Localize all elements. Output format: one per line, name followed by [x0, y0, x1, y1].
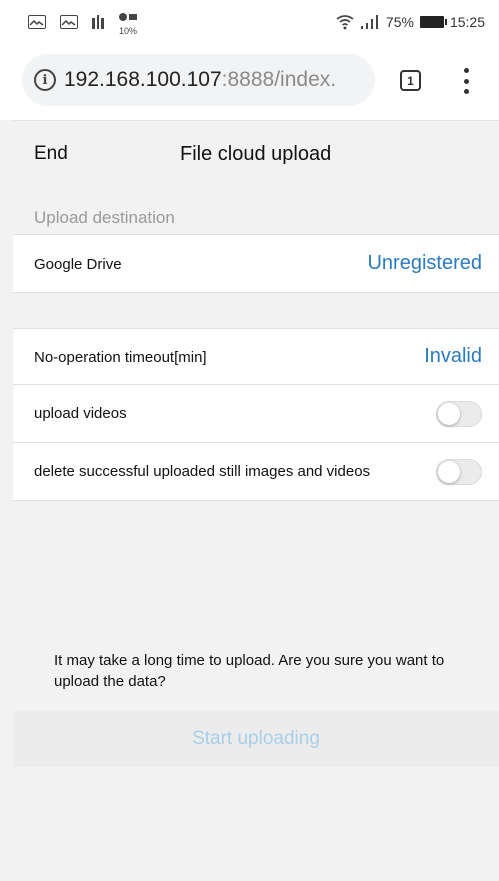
- toggle-knob: [438, 461, 460, 483]
- system-status: 75% 15:25: [336, 14, 485, 30]
- data-saver-icon: 10%: [118, 9, 138, 36]
- timeout-label: No-operation timeout[min]: [34, 349, 207, 366]
- toggle-knob: [438, 403, 460, 425]
- wifi-icon: [336, 15, 354, 30]
- url-host: 192.168.100.107: [64, 68, 222, 91]
- image-icon: [60, 15, 78, 29]
- address-bar[interactable]: i 192.168.100.107:8888/index.: [22, 54, 375, 106]
- clock: 15:25: [449, 14, 485, 30]
- status-bar: 10% 75% 15:25: [0, 0, 499, 44]
- upload-videos-label: upload videos: [34, 405, 127, 422]
- page-title: File cloud upload: [180, 143, 332, 165]
- tab-switcher-button[interactable]: 1: [400, 70, 421, 91]
- delete-uploaded-label: delete successful uploaded still images …: [34, 463, 371, 480]
- overflow-menu-icon[interactable]: [458, 66, 474, 96]
- signal-icon: [360, 15, 378, 29]
- delete-uploaded-row: delete successful uploaded still images …: [13, 443, 499, 501]
- upload-videos-row: upload videos: [13, 385, 499, 443]
- google-drive-row[interactable]: Google Drive Unregistered: [13, 234, 499, 293]
- section-label-upload-destination: Upload destination: [34, 208, 175, 227]
- battery-percent: 75%: [385, 14, 414, 30]
- app-content: End File cloud upload Upload destination…: [13, 120, 499, 881]
- confirm-message: It may take a long time to upload. Are y…: [54, 652, 445, 690]
- google-drive-status[interactable]: Unregistered: [367, 252, 482, 275]
- url-path: :8888/index.: [221, 68, 337, 91]
- media-icon: [92, 15, 105, 29]
- start-uploading-button[interactable]: Start uploading: [13, 711, 499, 767]
- data-usage-label: 10%: [118, 26, 137, 36]
- upload-videos-toggle[interactable]: [436, 401, 482, 427]
- end-button[interactable]: End: [34, 143, 68, 165]
- delete-uploaded-toggle[interactable]: [436, 459, 482, 485]
- notification-icons: 10%: [28, 9, 138, 36]
- info-icon[interactable]: i: [34, 69, 56, 91]
- browser-toolbar: i 192.168.100.107:8888/index. 1: [0, 44, 499, 120]
- timeout-value[interactable]: Invalid: [424, 345, 482, 368]
- battery-icon: [419, 16, 447, 28]
- timeout-row[interactable]: No-operation timeout[min] Invalid: [13, 328, 499, 385]
- app-header: End File cloud upload: [13, 120, 499, 186]
- google-drive-label: Google Drive: [34, 256, 122, 273]
- image-icon: [28, 15, 46, 29]
